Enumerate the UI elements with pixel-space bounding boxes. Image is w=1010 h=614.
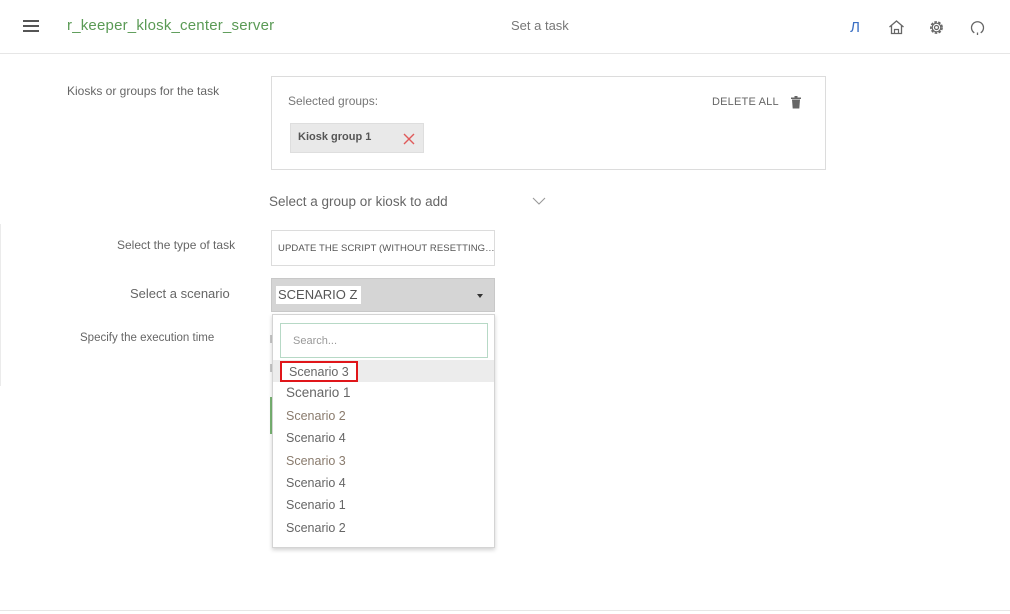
selected-groups-panel: Selected groups: DELETE ALL Kiosk group … <box>271 76 826 170</box>
language-switch[interactable]: Л <box>845 17 865 37</box>
add-group-placeholder: Select a group or kiosk to add <box>269 194 448 209</box>
gear-icon[interactable] <box>926 17 946 37</box>
scenario-option[interactable]: Scenario 4 <box>273 472 494 494</box>
remove-group-icon[interactable] <box>403 132 415 145</box>
scenario-option[interactable]: Scenario 3 <box>273 450 494 472</box>
menu-icon[interactable] <box>23 20 39 33</box>
task-type-label: Select the type of task <box>117 238 236 252</box>
power-icon[interactable] <box>967 17 987 37</box>
selected-groups-label: Selected groups: <box>288 94 379 108</box>
left-edge-divider <box>0 224 1 386</box>
home-icon[interactable] <box>886 17 906 37</box>
scenario-label: Select a scenario <box>130 286 230 301</box>
scenario-dropdown: Scenario 3 Scenario 1 Scenario 2 Scenari… <box>272 314 495 548</box>
trash-icon[interactable] <box>790 96 802 109</box>
scenario-option[interactable]: Scenario 1 <box>273 494 494 516</box>
bottom-divider <box>0 610 1010 611</box>
scenario-options-list: Scenario 3 Scenario 1 Scenario 2 Scenari… <box>273 360 494 539</box>
group-chip-label: Kiosk group 1 <box>298 131 372 143</box>
chevron-down-icon[interactable] <box>531 194 547 206</box>
app-title[interactable]: r_keeper_klosk_center_server <box>67 17 274 34</box>
scenario-select[interactable]: SCENARIO Z <box>271 278 495 312</box>
caret-down-icon[interactable] <box>477 294 483 298</box>
scenario-option[interactable]: Scenario 2 <box>273 517 494 539</box>
scenario-option[interactable]: Scenario 1 <box>273 382 494 404</box>
scenario-option[interactable]: Scenario 2 <box>273 405 494 427</box>
delete-all-button[interactable]: DELETE ALL <box>712 96 779 108</box>
top-bar: r_keeper_klosk_center_server Set a task … <box>0 0 1010 54</box>
task-type-select[interactable]: UPDATE THE SCRIPT (WITHOUT RESETTING… <box>271 230 495 266</box>
scenario-search-input[interactable] <box>280 323 488 358</box>
group-chip: Kiosk group 1 <box>290 123 424 153</box>
add-group-kiosk-select[interactable]: Select a group or kiosk to add <box>269 188 554 216</box>
scenario-selected-value: SCENARIO Z <box>276 286 362 304</box>
execution-time-label: Specify the execution time <box>80 332 215 344</box>
scenario-option[interactable]: Scenario 4 <box>273 427 494 449</box>
task-type-value: UPDATE THE SCRIPT (WITHOUT RESETTING… <box>278 243 495 254</box>
page-title: Set a task <box>511 18 569 33</box>
scenario-option[interactable]: Scenario 3 <box>273 360 494 383</box>
scenario-option-label: Scenario 3 <box>280 361 358 382</box>
kiosks-groups-label: Kiosks or groups for the task <box>67 84 220 98</box>
